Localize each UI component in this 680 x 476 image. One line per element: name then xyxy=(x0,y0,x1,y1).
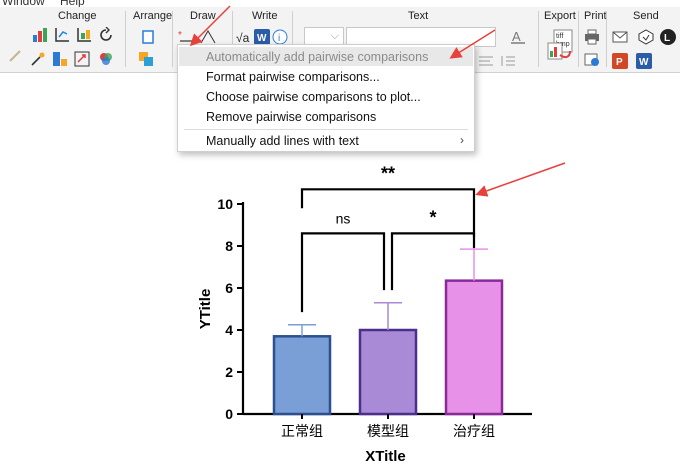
menu-item-format-comparisons[interactable]: Format pairwise comparisons... xyxy=(206,70,380,84)
x-tick-label: 模型组 xyxy=(367,423,409,439)
comparison-bracket xyxy=(300,232,386,313)
menu-separator xyxy=(184,129,468,130)
x-tick-label: 治疗组 xyxy=(453,423,495,439)
y-tick-label: 10 xyxy=(217,196,233,212)
submenu-chevron-icon: › xyxy=(460,133,464,147)
y-tick-label: 0 xyxy=(225,406,233,422)
y-tick-label: 8 xyxy=(225,238,233,254)
y-tick-label: 6 xyxy=(225,280,233,296)
y-tick-label: 2 xyxy=(225,364,233,380)
x-tick-label: 正常组 xyxy=(281,423,323,439)
menu-item-auto-add-comparisons[interactable]: Automatically add pairwise comparisons xyxy=(206,50,428,64)
comparison-bracket xyxy=(300,188,476,249)
menu-item-manually-add-lines[interactable]: Manually add lines with text xyxy=(206,134,359,148)
bar xyxy=(358,328,418,416)
bar xyxy=(444,279,504,416)
y-axis-title: YTitle xyxy=(197,289,214,330)
comparison-label: ns xyxy=(336,210,351,226)
context-menu: Automatically add pairwise comparisons F… xyxy=(177,44,475,152)
menu-item-choose-comparisons[interactable]: Choose pairwise comparisons to plot... xyxy=(206,90,421,104)
x-axis-title: XTitle xyxy=(365,448,406,465)
comparison-label: ** xyxy=(381,163,395,183)
y-tick-label: 4 xyxy=(225,322,233,338)
comparison-label: * xyxy=(429,207,436,227)
menu-item-remove-comparisons[interactable]: Remove pairwise comparisons xyxy=(206,110,376,124)
bar xyxy=(272,335,332,416)
